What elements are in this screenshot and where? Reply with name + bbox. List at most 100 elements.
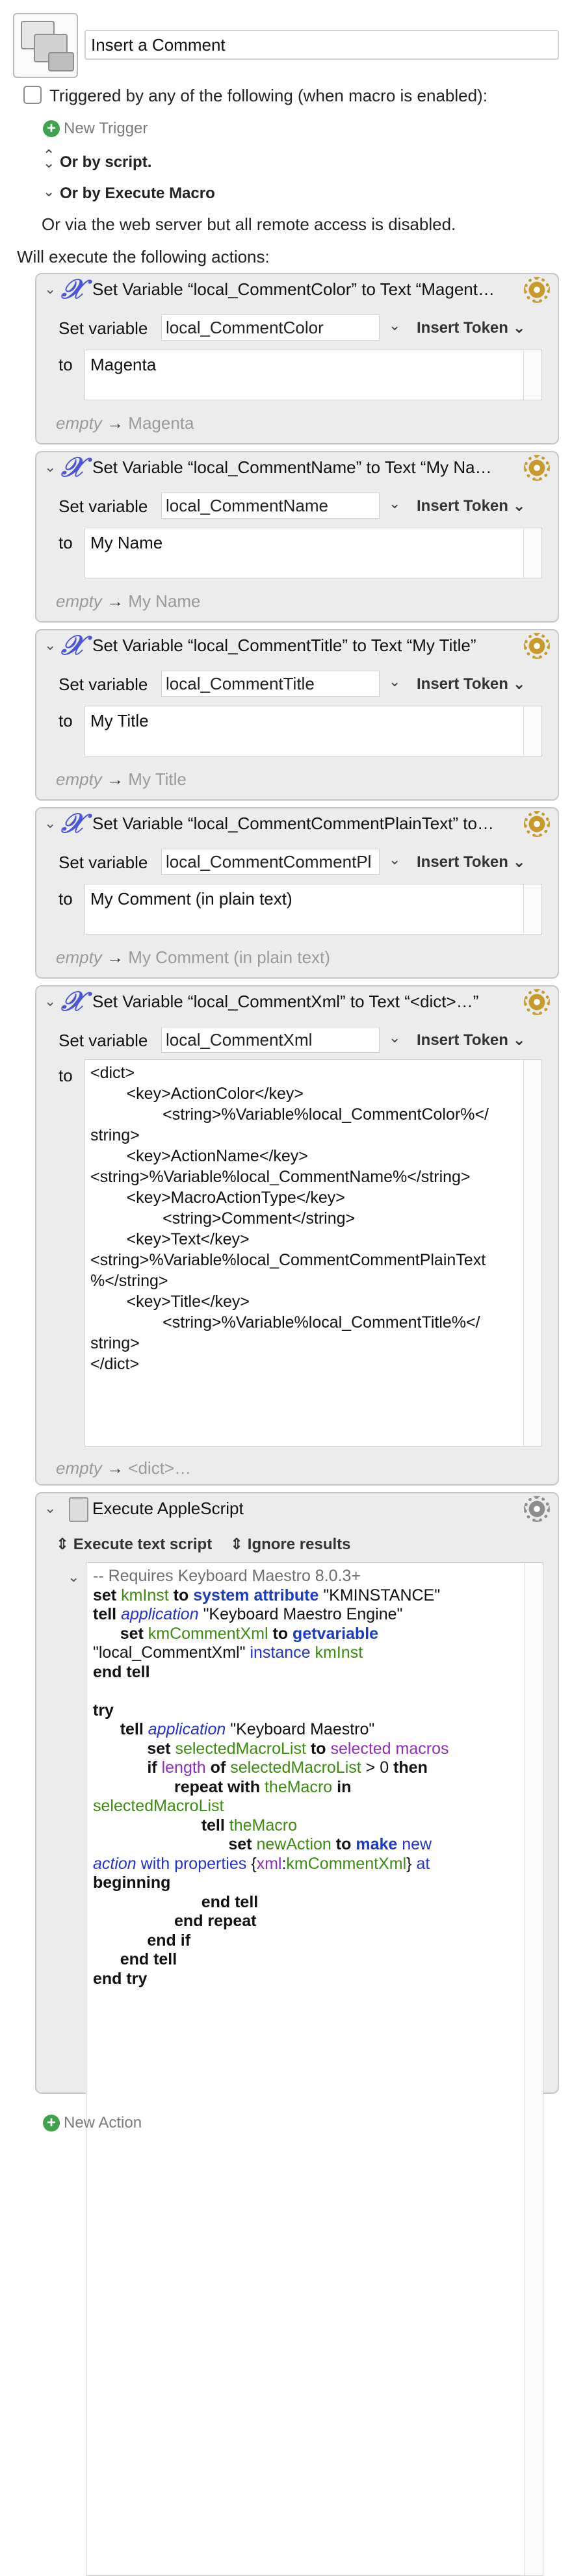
- to-label: to: [58, 711, 73, 730]
- code-token: kmCommentXml: [148, 1624, 268, 1643]
- plus-icon[interactable]: +: [43, 2115, 60, 2132]
- code-token: selected macros: [330, 1739, 449, 1758]
- preview-empty: empty: [56, 1458, 102, 1478]
- action-panel-set-variable[interactable]: ⌄ 𝒳 Set Variable “local_CommentColor” to…: [35, 273, 559, 444]
- preview-value: My Comment (in plain text): [128, 947, 330, 967]
- text-value-field[interactable]: My Title: [84, 706, 542, 756]
- chevron-down-icon[interactable]: ⌄: [68, 1569, 79, 1586]
- insert-token-button[interactable]: Insert Token ⌄: [417, 1031, 526, 1050]
- scrollbar[interactable]: [523, 1060, 541, 1446]
- triggered-checkbox[interactable]: [23, 86, 42, 104]
- code-token: end try: [93, 1969, 148, 1988]
- variable-name-field[interactable]: local_CommentCommentPl: [161, 849, 380, 875]
- chevron-down-icon[interactable]: ⌄: [389, 1029, 400, 1046]
- code-token: theMacro: [264, 1777, 333, 1796]
- action-panel-set-variable[interactable]: ⌄ 𝒳 Set Variable “local_CommentTitle” to…: [35, 629, 559, 801]
- plus-icon[interactable]: +: [43, 120, 60, 137]
- code-token: }: [406, 1854, 412, 1873]
- code-line: tell application "Keyboard Maestro Engin…: [93, 1605, 536, 1625]
- arrow-right-icon: →: [107, 769, 124, 789]
- macro-name-field[interactable]: Insert a Comment: [84, 30, 559, 60]
- gear-icon[interactable]: [524, 277, 550, 303]
- set-variable-label: Set variable: [58, 853, 148, 872]
- xml-line: string>: [90, 1334, 140, 1352]
- insert-token-button[interactable]: Insert Token ⌄: [417, 675, 526, 693]
- scrollbar[interactable]: [523, 528, 541, 578]
- applescript-editor[interactable]: -- Requires Keyboard Maestro 8.0.3+ set …: [86, 1562, 543, 2576]
- variable-name-field[interactable]: local_CommentTitle: [161, 671, 380, 697]
- action-title: Set Variable “local_CommentName” to Text…: [92, 457, 492, 477]
- text-value: My Name: [90, 533, 163, 552]
- chevron-down-icon[interactable]: ⌄: [44, 459, 56, 476]
- gear-icon[interactable]: [524, 633, 550, 659]
- variable-name-field[interactable]: local_CommentName: [161, 493, 380, 519]
- new-action-button[interactable]: New Action: [64, 2114, 142, 2132]
- preview-empty: empty: [56, 413, 102, 433]
- insert-token-label: Insert Token: [417, 1031, 508, 1049]
- code-token: then: [393, 1758, 428, 1777]
- xml-value-field[interactable]: <dict> <key>ActionColor</key> <string>%V…: [84, 1059, 542, 1447]
- or-by-script-option[interactable]: Or by script.: [60, 153, 151, 172]
- gear-icon[interactable]: [524, 989, 550, 1015]
- insert-token-button[interactable]: Insert Token ⌄: [417, 318, 526, 337]
- chevron-down-icon[interactable]: ⌄: [44, 815, 56, 832]
- code-token: with properties: [140, 1854, 247, 1873]
- scrollbar[interactable]: [525, 1563, 543, 2575]
- code-line: tell application "Keyboard Maestro": [93, 1720, 536, 1740]
- chevron-down-icon[interactable]: ⌄: [44, 637, 56, 654]
- xml-line: <string>Comment</string>: [90, 1209, 356, 1228]
- chevron-down-icon[interactable]: ⌄: [44, 993, 56, 1010]
- code-token: new: [402, 1835, 432, 1853]
- chevron-down-icon[interactable]: ⌄: [43, 183, 55, 200]
- macro-icon-well[interactable]: [13, 13, 78, 78]
- code-line: "local_CommentXml" instance kmInst: [93, 1643, 536, 1663]
- gear-icon[interactable]: [524, 455, 550, 481]
- chevron-down-icon[interactable]: ⌄: [389, 317, 400, 334]
- action-panel-set-variable[interactable]: ⌄ 𝒳 Set Variable “local_CommentCommentPl…: [35, 807, 559, 979]
- text-value-field[interactable]: Magenta: [84, 350, 542, 400]
- scrollbar[interactable]: [523, 884, 541, 934]
- variable-name-field[interactable]: local_CommentColor: [161, 315, 380, 341]
- results-mode-popup[interactable]: ⇕ Ignore results: [230, 1535, 351, 1554]
- text-value-field[interactable]: My Name: [84, 528, 542, 578]
- insert-token-label: Insert Token: [417, 319, 508, 337]
- action-panel-set-variable-xml[interactable]: ⌄ 𝒳 Set Variable “local_CommentXml” to T…: [35, 985, 559, 1486]
- xml-line: </dict>: [90, 1355, 140, 1373]
- arrow-right-icon: →: [107, 413, 124, 433]
- new-trigger-button[interactable]: New Trigger: [64, 120, 148, 138]
- results-mode-label: Ignore results: [247, 1536, 351, 1553]
- code-line: set newAction to make new: [93, 1835, 536, 1855]
- gear-icon[interactable]: [524, 811, 550, 837]
- action-title: Set Variable “local_CommentTitle” to Tex…: [92, 636, 476, 655]
- insert-token-label: Insert Token: [417, 675, 508, 693]
- arrow-right-icon: →: [107, 947, 124, 967]
- execute-mode-popup[interactable]: ⇕ Execute text script: [56, 1535, 212, 1554]
- code-token: set: [147, 1739, 171, 1758]
- chevron-down-icon[interactable]: ⌄: [389, 495, 400, 512]
- code-token: system attribute: [193, 1586, 319, 1604]
- scrollbar[interactable]: [523, 706, 541, 756]
- action-panel-set-variable[interactable]: ⌄ 𝒳 Set Variable “local_CommentName” to …: [35, 451, 559, 623]
- insert-token-button[interactable]: Insert Token ⌄: [417, 853, 526, 871]
- code-token: to: [310, 1739, 326, 1758]
- variable-name-field[interactable]: local_CommentXml: [161, 1027, 380, 1053]
- action-panel-applescript[interactable]: ⌄ Execute AppleScript ⇕ Execute text scr…: [35, 1492, 559, 2576]
- insert-token-button[interactable]: Insert Token ⌄: [417, 496, 526, 515]
- code-token: try: [93, 1701, 114, 1719]
- gear-icon[interactable]: [524, 1496, 550, 1522]
- text-value-field[interactable]: My Comment (in plain text): [84, 884, 542, 934]
- chevron-down-icon[interactable]: ⌄: [389, 673, 400, 690]
- preview-value: <dict>…: [128, 1458, 192, 1478]
- code-token: end repeat: [174, 1912, 257, 1930]
- chevron-down-icon[interactable]: ⌄: [44, 281, 56, 298]
- code-token: "local_CommentXml": [93, 1643, 246, 1662]
- xml-line: <string>%Variable%local_CommentName%</st…: [90, 1168, 471, 1186]
- scrollbar[interactable]: [523, 350, 541, 400]
- or-by-execute-macro-option[interactable]: Or by Execute Macro: [60, 185, 215, 203]
- code-token: selectedMacroList: [175, 1739, 306, 1758]
- set-variable-label: Set variable: [58, 1031, 148, 1050]
- chevron-down-icon[interactable]: ⌄: [44, 1500, 56, 1517]
- variable-x-icon: 𝒳: [61, 273, 85, 305]
- chevron-down-icon[interactable]: ⌄: [389, 851, 400, 868]
- code-token: to: [173, 1586, 189, 1604]
